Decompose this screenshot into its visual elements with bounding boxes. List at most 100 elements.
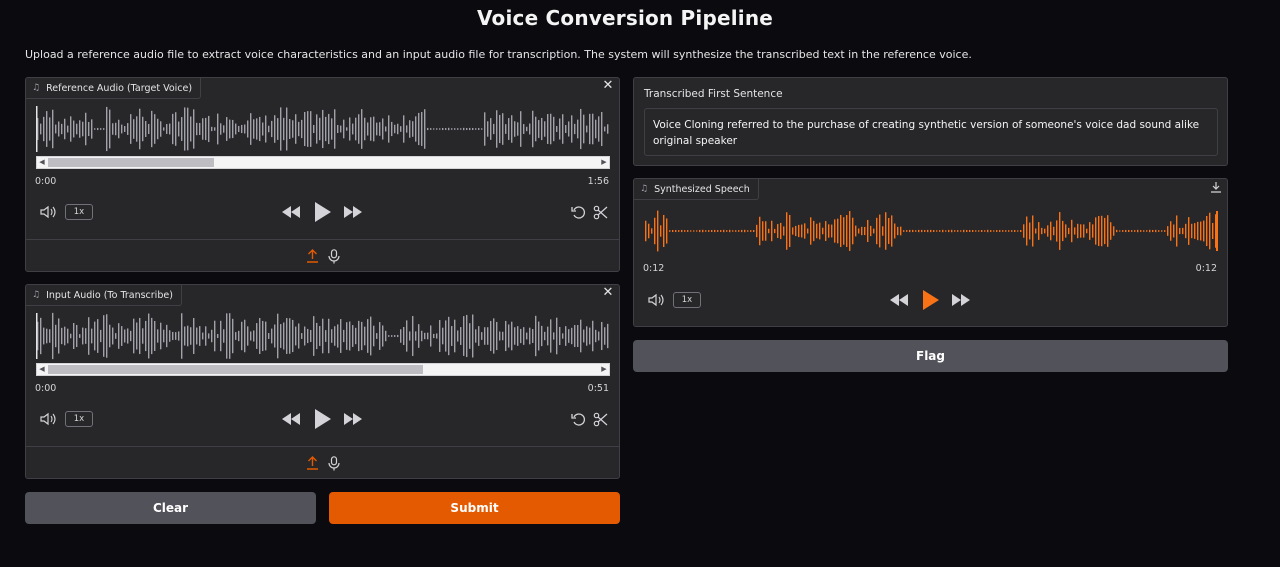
playback-rate-button[interactable]: 1x [673,292,701,308]
waveform-bar [307,111,309,147]
waveform-bar [1011,230,1013,232]
waveform-bar [244,319,246,353]
trim-button[interactable] [591,408,609,430]
play-button[interactable] [312,201,334,223]
waveform-bar [975,230,977,232]
waveform-bar [190,116,192,142]
synthesized-speech-time-end: 0:12 [1195,263,1217,274]
waveform-bar [127,328,129,344]
playhead-cursor[interactable] [36,313,38,359]
transcription-textbox[interactable]: Voice Cloning referred to the purchase o… [644,108,1218,156]
waveform-bar [187,107,189,151]
waveform-bar [421,330,423,342]
reference-audio-waveform[interactable] [36,104,610,154]
waveform-bar [331,329,333,343]
playhead-cursor[interactable] [1216,211,1218,251]
fast-forward-button[interactable] [342,408,364,430]
waveform-bar [879,214,881,248]
waveform-bar [289,119,291,139]
scroll-left-icon[interactable]: ◀ [37,157,47,168]
waveform-bar [1104,217,1106,245]
submit-button[interactable]: Submit [329,492,620,524]
waveform-bar [1212,222,1214,240]
waveform-bar [154,321,156,351]
waveform-bar [580,319,582,353]
waveform-bar [1131,230,1133,232]
waveform-bar [442,327,444,345]
waveform-bar [849,211,851,251]
input-audio-time-start: 0:00 [35,383,57,394]
playback-rate-button[interactable]: 1x [65,204,93,220]
waveform-bar [298,323,300,349]
playhead-cursor[interactable] [36,106,38,152]
waveform-bar [259,116,261,142]
waveform-bar [1086,228,1088,234]
synthesized-speech-waveform[interactable] [644,209,1218,253]
undo-button[interactable] [569,201,587,223]
waveform-bar [112,327,114,345]
waveform-bar [121,124,123,134]
waveform-bar [166,124,168,134]
volume-button[interactable] [38,201,58,223]
download-button[interactable] [1209,181,1223,195]
scroll-right-icon[interactable]: ▶ [599,364,609,375]
volume-button[interactable] [646,289,666,311]
input-audio-close-button[interactable]: ✕ [601,286,615,300]
reference-audio-scroll-thumb[interactable] [48,158,214,167]
rewind-icon [282,413,300,425]
fast-forward-button[interactable] [950,289,972,311]
scroll-left-icon[interactable]: ◀ [37,364,47,375]
synthesized-speech-time-current: 0:12 [643,263,665,274]
waveform-bar [810,217,812,245]
reference-audio-scrollbar[interactable]: ◀ ▶ [36,156,610,169]
input-audio-scroll-thumb[interactable] [48,365,423,374]
waveform-bar [678,230,680,232]
volume-button[interactable] [38,408,58,430]
microphone-button[interactable] [326,245,342,267]
input-audio-waveform[interactable] [36,311,610,361]
waveform-bar [73,323,75,349]
music-note-icon: ♫ [32,290,41,300]
trim-button[interactable] [591,201,609,223]
synthesized-speech-panel: ♫ Synthesized Speech 0:12 0:12 1x [633,178,1228,327]
playback-rate-button[interactable]: 1x [65,411,93,427]
waveform-bar [717,230,719,232]
rewind-button[interactable] [280,201,302,223]
waveform-bar [586,326,588,346]
waveform-bar [1197,221,1199,241]
waveform-bar [568,329,570,343]
waveform-bar [648,223,650,239]
waveform-bar [523,327,525,345]
undo-button[interactable] [569,408,587,430]
synthesized-speech-controls: 1x [634,289,1229,313]
waveform-bar [292,120,294,138]
input-audio-scrollbar[interactable]: ◀ ▶ [36,363,610,376]
reference-audio-close-button[interactable]: ✕ [601,79,615,93]
waveform-bar [562,333,564,339]
flag-button[interactable]: Flag [633,340,1228,372]
waveform-bar [502,331,504,341]
rewind-button[interactable] [888,289,910,311]
waveform-bar [127,123,129,135]
upload-button[interactable] [304,452,320,474]
waveform-bar [70,333,72,339]
play-button[interactable] [312,408,334,430]
waveform-bar [813,220,815,242]
waveform-bar [490,118,492,140]
waveform-bar [1008,230,1010,232]
waveform-bar [403,115,405,143]
rewind-button[interactable] [280,408,302,430]
waveform-bar [295,326,297,346]
waveform-bar [1050,221,1052,241]
waveform-bar [40,317,42,355]
waveform-bar [274,115,276,143]
waveform-bar [780,222,782,240]
clear-button[interactable]: Clear [25,492,316,524]
upload-button[interactable] [304,245,320,267]
fast-forward-button[interactable] [342,201,364,223]
microphone-button[interactable] [326,452,342,474]
waveform-bar [801,224,803,238]
scroll-right-icon[interactable]: ▶ [599,157,609,168]
waveform-bar [133,119,135,139]
play-button[interactable] [920,289,942,311]
